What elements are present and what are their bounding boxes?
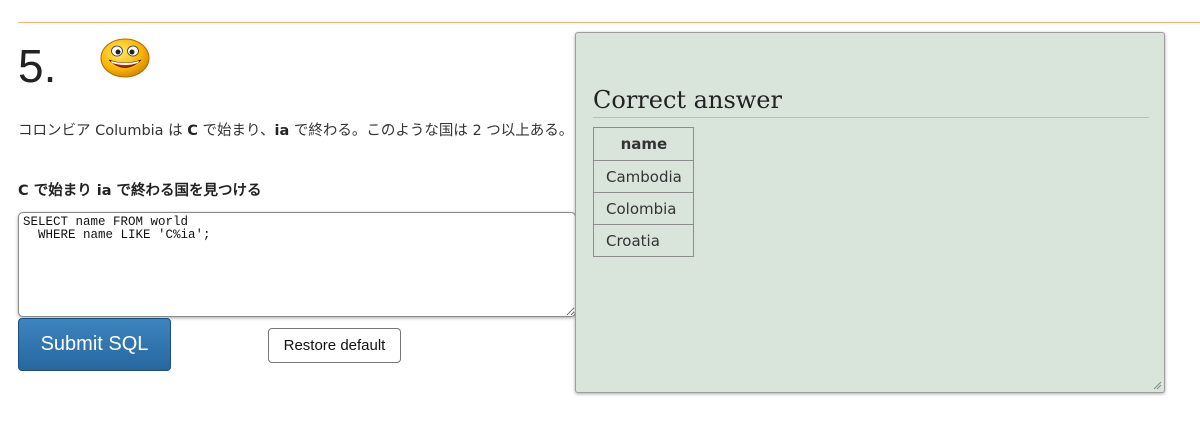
question-number: 5. — [18, 40, 57, 92]
table-header-row: name — [593, 127, 694, 161]
submit-sql-button[interactable]: Submit SQL — [18, 318, 171, 371]
table-row: Cambodia — [593, 160, 694, 193]
correct-answer-panel: Correct answer name Cambodia Colombia Cr… — [575, 32, 1165, 393]
table-row: Colombia — [593, 192, 694, 225]
top-divider — [18, 22, 1200, 23]
column-header-name: name — [593, 127, 694, 161]
table-cell: Cambodia — [593, 160, 694, 193]
restore-default-button[interactable]: Restore default — [268, 328, 401, 363]
question-description: コロンビア Columbia は C で始まり、ia で終わる。このような国は … — [18, 123, 574, 139]
table-cell: Croatia — [593, 224, 694, 257]
answer-table: name Cambodia Colombia Croatia — [593, 127, 694, 257]
resize-grip-icon[interactable] — [1152, 380, 1162, 390]
smiley-face-icon — [100, 38, 150, 78]
table-row: Croatia — [593, 224, 694, 257]
correct-answer-heading: Correct answer — [593, 83, 1149, 118]
table-cell: Colombia — [593, 192, 694, 225]
sql-editor[interactable]: SELECT name FROM world WHERE name LIKE '… — [18, 212, 576, 317]
task-heading: C で始まり ia で終わる国を見つける — [18, 183, 262, 199]
